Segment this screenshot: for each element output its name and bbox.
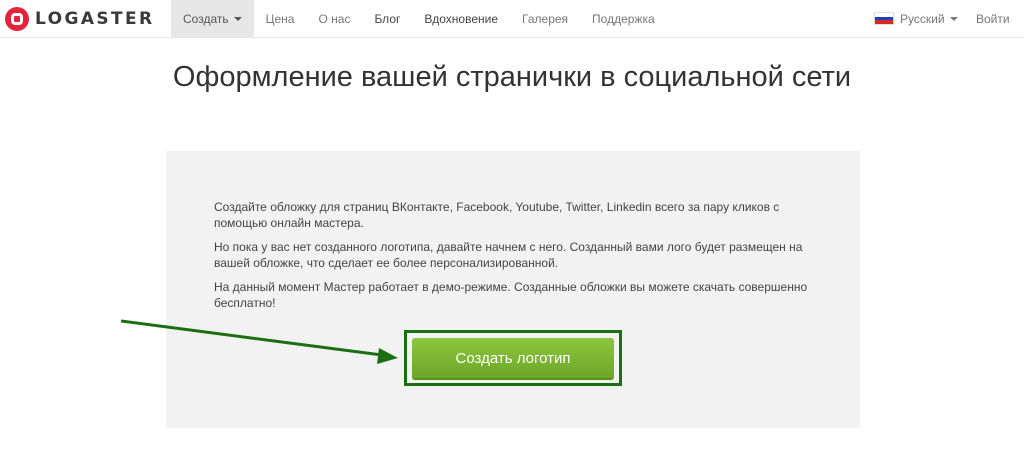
- nav-create-label: Создать: [183, 11, 229, 26]
- logaster-logo-icon: [5, 7, 29, 31]
- brand-logo[interactable]: LOGASTER: [5, 6, 155, 32]
- nav-inspiration[interactable]: Вдохновение: [412, 0, 510, 37]
- login-link[interactable]: Войти: [976, 0, 1010, 37]
- language-selector[interactable]: Русский: [874, 0, 958, 37]
- logo-paragraph: Но пока у вас нет созданного логотипа, д…: [214, 240, 803, 270]
- nav-gallery[interactable]: Галерея: [510, 0, 580, 37]
- nav-blog[interactable]: Блог: [362, 0, 412, 37]
- button-highlight-frame: Создать логотип: [404, 330, 622, 386]
- brand-name: LOGASTER: [35, 9, 155, 29]
- content-panel: Создайте обложку для страниц ВКонтакте, …: [166, 151, 860, 428]
- create-logo-button[interactable]: Создать логотип: [412, 338, 614, 378]
- nav-create[interactable]: Создать: [171, 0, 254, 37]
- nav-support[interactable]: Поддержка: [580, 0, 667, 37]
- intro-paragraph: Создайте обложку для страниц ВКонтакте, …: [214, 200, 780, 230]
- main-nav: Создать Цена О нас Блог Вдохновение Гале…: [171, 0, 667, 37]
- page-title: Оформление вашей странички в социальной …: [172, 61, 852, 93]
- nav-price[interactable]: Цена: [254, 0, 307, 37]
- language-label: Русский: [900, 11, 945, 26]
- demo-paragraph: На данный момент Мастер работает в демо-…: [214, 280, 808, 310]
- caret-down-icon: [949, 17, 958, 21]
- nav-about[interactable]: О нас: [306, 0, 362, 37]
- russia-flag-icon: [874, 12, 894, 25]
- top-navbar: LOGASTER Создать Цена О нас Блог Вдохнов…: [0, 0, 1024, 38]
- caret-down-icon: [233, 17, 242, 21]
